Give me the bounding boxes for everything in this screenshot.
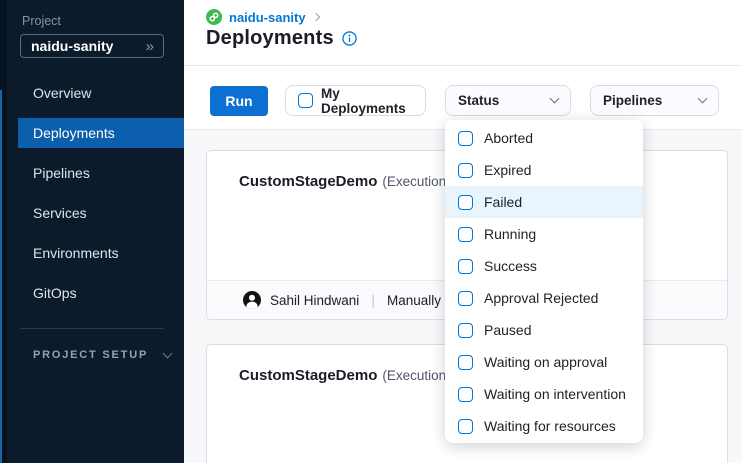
page-header: naidu-sanity Deployments <box>184 0 742 66</box>
status-option-checkbox[interactable] <box>458 323 473 338</box>
breadcrumb-project-link[interactable]: naidu-sanity <box>229 10 306 25</box>
run-button[interactable]: Run <box>210 86 268 116</box>
project-setup-label: PROJECT SETUP <box>33 349 148 361</box>
avatar <box>243 291 261 309</box>
status-option-checkbox[interactable] <box>458 387 473 402</box>
my-deployments-label: My Deployments <box>321 86 413 116</box>
status-option-label: Waiting on approval <box>484 354 607 370</box>
status-option[interactable]: Success <box>445 250 643 282</box>
status-option[interactable]: Failed <box>445 186 643 218</box>
status-option[interactable]: Expired <box>445 154 643 186</box>
status-option-checkbox[interactable] <box>458 131 473 146</box>
cd-module-icon <box>206 9 222 25</box>
sidebar-item-label: Pipelines <box>33 165 90 181</box>
project-selector[interactable]: naidu-sanity » <box>20 34 164 58</box>
sidebar-item-overview[interactable]: Overview <box>0 78 184 108</box>
status-option-checkbox[interactable] <box>458 291 473 306</box>
sidebar-nav: Overview Deployments Pipelines Services … <box>0 78 184 318</box>
my-deployments-checkbox[interactable] <box>298 93 313 108</box>
sidebar-item-services[interactable]: Services <box>0 198 184 228</box>
status-option-label: Expired <box>484 162 531 178</box>
status-option-label: Paused <box>484 322 531 338</box>
status-option-label: Success <box>484 258 537 274</box>
status-option-label: Waiting for resources <box>484 418 616 434</box>
sidebar-divider <box>20 328 164 329</box>
chevron-down-icon <box>550 94 560 104</box>
sidebar-item-label: GitOps <box>33 285 77 301</box>
pipeline-name: CustomStageDemo <box>239 173 377 190</box>
status-option[interactable]: Paused <box>445 314 643 346</box>
expand-project-icon[interactable]: » <box>146 39 154 54</box>
sidebar-item-gitops[interactable]: GitOps <box>0 278 184 308</box>
chevron-right-icon <box>311 13 319 21</box>
deployment-title-row: CustomStageDemo(Execution Id <box>239 173 461 191</box>
status-dropdown-panel: Aborted Expired Failed Running Success A… <box>445 120 643 443</box>
sidebar-item-label: Deployments <box>33 125 115 141</box>
status-option[interactable]: Aborted <box>445 122 643 154</box>
pipelines-filter-dropdown[interactable]: Pipelines <box>590 85 719 116</box>
my-deployments-toggle[interactable]: My Deployments <box>285 85 426 116</box>
status-option-checkbox[interactable] <box>458 227 473 242</box>
sidebar-item-label: Environments <box>33 245 119 261</box>
status-option-label: Waiting on intervention <box>484 386 626 402</box>
footer-separator: | <box>368 292 378 308</box>
chevron-down-icon <box>698 94 708 104</box>
sidebar-item-label: Overview <box>33 85 91 101</box>
status-option-checkbox[interactable] <box>458 259 473 274</box>
trigger-type: Manually <box>387 293 441 308</box>
status-option[interactable]: Waiting on approval <box>445 346 643 378</box>
sidebar-item-environments[interactable]: Environments <box>0 238 184 268</box>
app-window: Project naidu-sanity » Overview Deployme… <box>0 0 742 463</box>
chevron-down-icon <box>163 348 173 358</box>
status-option-label: Approval Rejected <box>484 290 598 306</box>
project-sidebar: Project naidu-sanity » Overview Deployme… <box>0 0 184 463</box>
status-option-checkbox[interactable] <box>458 163 473 178</box>
project-name: naidu-sanity <box>31 38 113 54</box>
status-option-label: Failed <box>484 194 522 210</box>
status-option-label: Aborted <box>484 130 533 146</box>
status-option-label: Running <box>484 226 536 242</box>
status-option[interactable]: Running <box>445 218 643 250</box>
deployment-title-row: CustomStageDemo(Execution Id <box>239 367 461 385</box>
page-title: Deployments <box>206 27 334 50</box>
sidebar-item-project-setup[interactable]: PROJECT SETUP <box>33 349 171 361</box>
sidebar-item-deployments[interactable]: Deployments <box>18 118 184 148</box>
status-option-checkbox[interactable] <box>458 195 473 210</box>
pipelines-filter-label: Pipelines <box>603 93 662 108</box>
status-filter-dropdown[interactable]: Status <box>445 85 571 116</box>
sidebar-item-pipelines[interactable]: Pipelines <box>0 158 184 188</box>
pipeline-name: CustomStageDemo <box>239 367 377 384</box>
status-option[interactable]: Approval Rejected <box>445 282 643 314</box>
breadcrumb: naidu-sanity <box>206 9 319 25</box>
triggered-by-user: Sahil Hindwani <box>270 293 359 308</box>
sidebar-item-label: Services <box>33 205 87 221</box>
status-option[interactable]: Waiting on intervention <box>445 378 643 410</box>
status-filter-label: Status <box>458 93 499 108</box>
info-icon[interactable] <box>342 31 357 46</box>
status-option-checkbox[interactable] <box>458 355 473 370</box>
status-option[interactable]: Waiting for resources <box>445 410 643 442</box>
page-title-row: Deployments <box>206 27 357 50</box>
status-option-checkbox[interactable] <box>458 419 473 434</box>
project-label: Project <box>22 14 61 28</box>
